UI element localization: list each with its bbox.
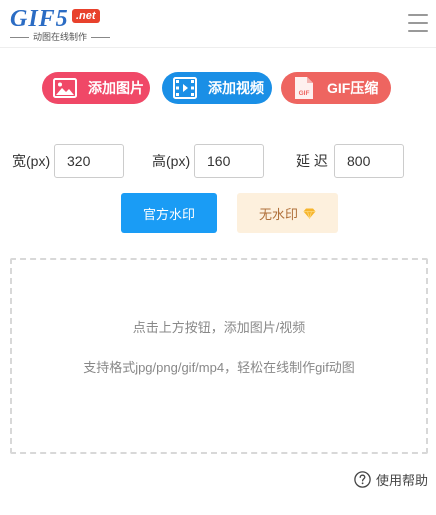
gif-compress-label: GIF压缩 xyxy=(327,80,379,96)
hamburger-menu-icon[interactable] xyxy=(408,14,428,32)
delay-label: 延 迟 xyxy=(296,153,328,169)
official-watermark-label: 官方水印 xyxy=(142,206,195,222)
diamond-icon xyxy=(303,208,316,219)
width-input[interactable] xyxy=(54,144,124,178)
help-link[interactable]: 使用帮助 xyxy=(354,470,428,488)
menu-bar-line xyxy=(408,30,428,32)
logo-divider-right xyxy=(91,36,111,38)
gif-file-icon-text: GIF xyxy=(299,90,310,97)
dropzone-formats: 支持格式jpg/png/gif/mp4，轻松在线制作gif动图 xyxy=(83,360,355,375)
no-watermark-label: 无水印 xyxy=(258,206,298,222)
upload-dropzone[interactable]: 点击上方按钮，添加图片/视频 支持格式jpg/png/gif/mp4，轻松在线制… xyxy=(10,258,428,454)
dropzone-hint: 点击上方按钮，添加图片/视频 xyxy=(132,320,306,335)
no-watermark-button[interactable]: 无水印 xyxy=(237,193,338,233)
logo-badge: .net xyxy=(72,9,100,23)
film-icon xyxy=(172,77,198,99)
header-bar: GIF5 .net 动图在线制作 xyxy=(0,0,436,48)
menu-bar-line xyxy=(408,14,428,16)
add-image-button[interactable]: 添加图片 xyxy=(42,72,150,104)
add-image-label: 添加图片 xyxy=(88,80,144,96)
add-video-label: 添加视频 xyxy=(208,80,264,96)
logo-divider-left xyxy=(10,36,29,38)
width-label: 宽(px) xyxy=(12,153,51,169)
logo-wordmark: GIF5 xyxy=(10,6,69,32)
help-circle-icon xyxy=(354,470,371,488)
height-label: 高(px) xyxy=(152,153,191,169)
image-icon xyxy=(52,77,78,99)
logo-subtitle: 动图在线制作 xyxy=(33,32,88,42)
official-watermark-button[interactable]: 官方水印 xyxy=(121,193,217,233)
gif-file-icon: GIF xyxy=(291,77,317,99)
gif-compress-button[interactable]: GIF GIF压缩 xyxy=(281,72,391,104)
delay-input[interactable] xyxy=(334,144,404,178)
watermark-row: 官方水印 无水印 xyxy=(0,193,436,233)
upload-toolbar: 添加图片 添加视频 GIF GIF压缩 xyxy=(0,72,436,104)
site-logo[interactable]: GIF5 .net 动图在线制作 xyxy=(10,6,111,42)
logo-subtitle-row: 动图在线制作 xyxy=(10,32,111,42)
size-params-row: 宽(px) 高(px) 延 迟 xyxy=(0,144,436,178)
menu-bar-line xyxy=(408,22,428,24)
add-video-button[interactable]: 添加视频 xyxy=(162,72,272,104)
height-input[interactable] xyxy=(194,144,264,178)
help-label: 使用帮助 xyxy=(375,472,428,488)
